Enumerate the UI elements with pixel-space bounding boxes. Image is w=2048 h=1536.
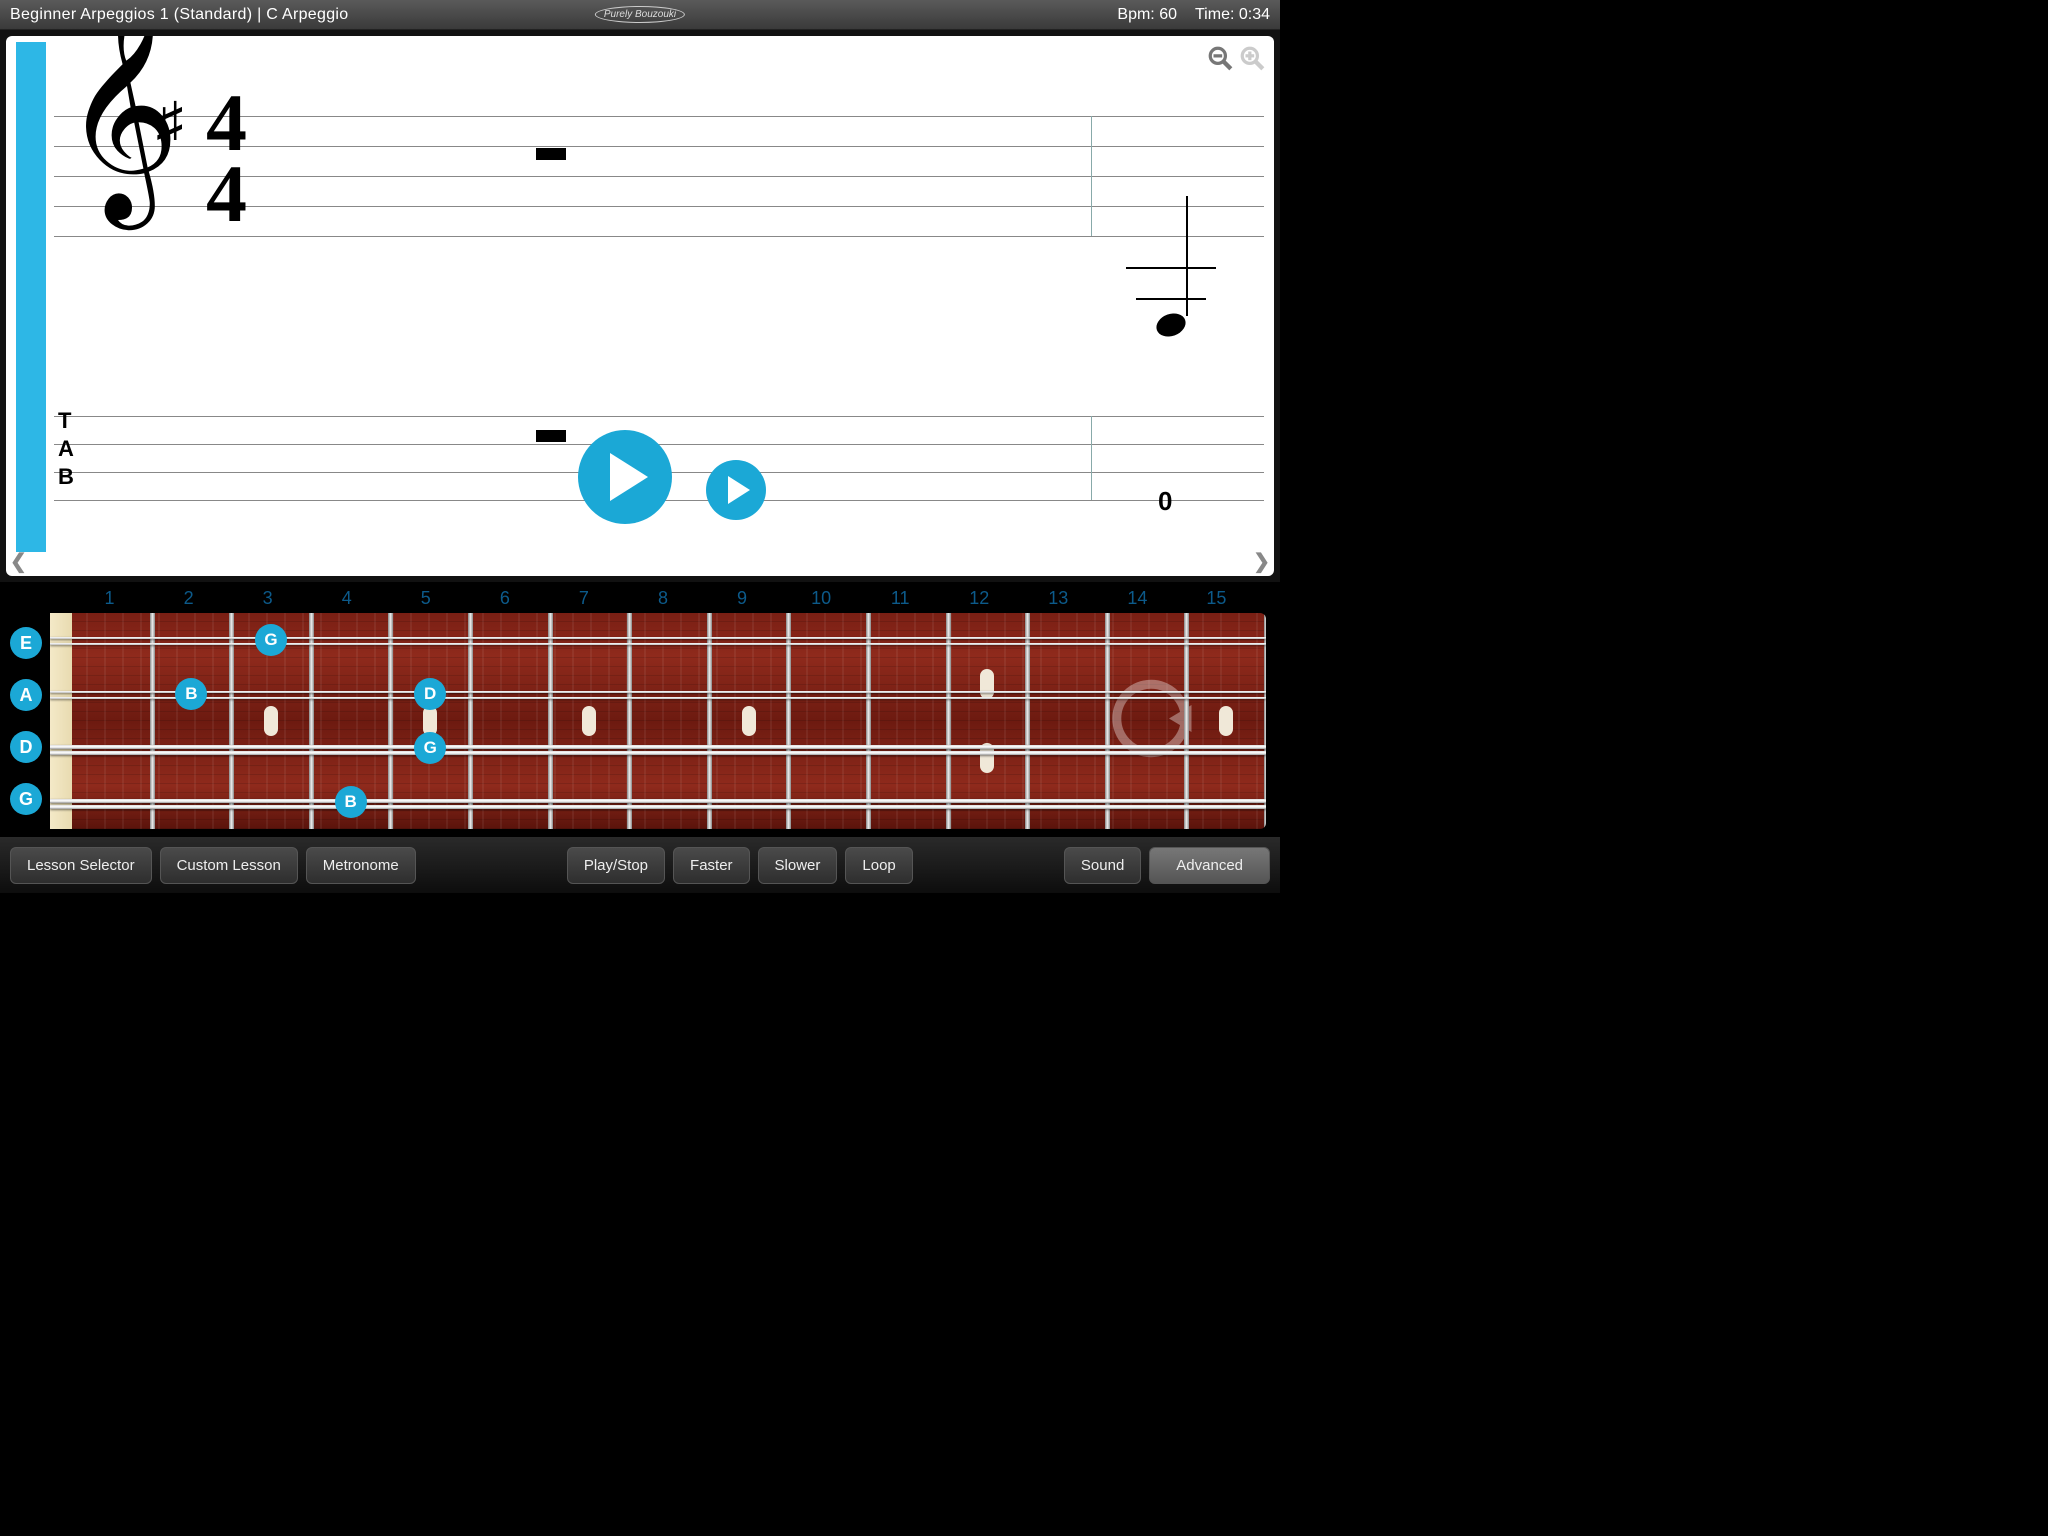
fret-number: 7: [544, 588, 623, 609]
tab-number: 0: [1158, 486, 1172, 517]
play-stop-button[interactable]: Play/Stop: [567, 847, 665, 884]
fret-number: 13: [1019, 588, 1098, 609]
fret-wire: [1025, 613, 1030, 829]
bpm-display: Bpm: 60: [1117, 6, 1177, 24]
string-wire: [50, 691, 1266, 693]
fret-wire: [229, 613, 234, 829]
string-label: A: [10, 679, 42, 711]
fret-wire: [150, 613, 155, 829]
tab-label-t: T: [58, 408, 71, 434]
fret-wire: [548, 613, 553, 829]
play-step-button[interactable]: [706, 460, 766, 520]
fret-number: 5: [386, 588, 465, 609]
fretboard-panel: 123456789101112131415 EADG GBDGB: [0, 582, 1280, 837]
fret-inlay: [742, 706, 756, 736]
faster-button[interactable]: Faster: [673, 847, 750, 884]
zoom-in-icon[interactable]: [1238, 44, 1266, 72]
string-wire: [50, 805, 1266, 809]
tab-label-b: B: [58, 464, 74, 490]
toolbar: Lesson Selector Custom Lesson Metronome …: [0, 837, 1280, 893]
note-head: [1153, 310, 1189, 341]
string-label: E: [10, 627, 42, 659]
sound-button[interactable]: Sound: [1064, 847, 1141, 884]
fretboard[interactable]: GBDGB: [50, 613, 1266, 829]
fret-numbers: 123456789101112131415: [10, 588, 1266, 609]
whole-rest: [536, 148, 566, 160]
fret-wire: [388, 613, 393, 829]
fret-wire: [468, 613, 473, 829]
fret-number: 14: [1098, 588, 1177, 609]
fret-number: 6: [465, 588, 544, 609]
playhead-strip: [16, 42, 46, 552]
open-string-labels: EADG: [10, 613, 50, 829]
tab-label-a: A: [58, 436, 74, 462]
ledger-line: [1136, 298, 1206, 300]
app-logo: Purely Bouzouki: [595, 6, 685, 23]
fret-wire: [707, 613, 712, 829]
fret-number: 9: [703, 588, 782, 609]
fret-number: 3: [228, 588, 307, 609]
fret-wire: [627, 613, 632, 829]
fret-number: 8: [623, 588, 702, 609]
tab-rest: [536, 430, 566, 442]
fretboard-note[interactable]: B: [335, 786, 367, 818]
fretboard-note[interactable]: G: [414, 732, 446, 764]
fret-wire: [866, 613, 871, 829]
custom-lesson-button[interactable]: Custom Lesson: [160, 847, 298, 884]
key-signature-sharp: ♯: [156, 91, 183, 153]
zoom-out-icon[interactable]: [1206, 44, 1234, 72]
time-signature: 4 4: [206, 88, 247, 229]
ledger-line: [1126, 267, 1216, 269]
fret-wire: [786, 613, 791, 829]
barline: [1091, 116, 1092, 236]
notation-panel[interactable]: 𝄞 ♯ 4 4 T A B 0 ❮ ❯: [6, 36, 1274, 576]
nut: [50, 613, 72, 829]
fretboard-note[interactable]: D: [414, 678, 446, 710]
fret-inlay: [582, 706, 596, 736]
string-wire: [50, 643, 1266, 645]
string-label: G: [10, 783, 42, 815]
fret-number: 4: [307, 588, 386, 609]
fret-inlay: [264, 706, 278, 736]
fret-wire: [309, 613, 314, 829]
play-button[interactable]: [578, 430, 672, 524]
fret-number: 10: [782, 588, 861, 609]
time-display: Time: 0:34: [1195, 6, 1270, 24]
string-wire: [50, 637, 1266, 639]
prev-arrow-icon[interactable]: ❮: [10, 549, 27, 574]
slower-button[interactable]: Slower: [758, 847, 838, 884]
lesson-title: Beginner Arpeggios 1 (Standard) | C Arpe…: [10, 6, 348, 24]
metronome-button[interactable]: Metronome: [306, 847, 416, 884]
fretboard-note[interactable]: G: [255, 624, 287, 656]
header-stats: Bpm: 60 Time: 0:34: [1117, 6, 1270, 24]
fret-inlay: [1219, 706, 1233, 736]
tab-barline: [1091, 416, 1092, 500]
advanced-button[interactable]: Advanced: [1149, 847, 1270, 884]
fret-wire: [946, 613, 951, 829]
string-label: D: [10, 731, 42, 763]
fret-number: 11: [861, 588, 940, 609]
string-wire: [50, 745, 1266, 749]
next-arrow-icon[interactable]: ❯: [1253, 549, 1270, 574]
lesson-selector-button[interactable]: Lesson Selector: [10, 847, 152, 884]
header-bar: Beginner Arpeggios 1 (Standard) | C Arpe…: [0, 0, 1280, 30]
string-wire: [50, 751, 1266, 755]
string-wire: [50, 697, 1266, 699]
fret-wire: [1184, 613, 1189, 829]
fret-number: 2: [149, 588, 228, 609]
fretboard-note[interactable]: B: [175, 678, 207, 710]
zoom-controls: [1206, 44, 1266, 72]
fret-number: 1: [70, 588, 149, 609]
loop-button[interactable]: Loop: [845, 847, 912, 884]
fret-wire: [1105, 613, 1110, 829]
fret-number: 15: [1177, 588, 1256, 609]
string-wire: [50, 799, 1266, 803]
fret-wire: [1264, 613, 1266, 829]
fret-number: 12: [940, 588, 1019, 609]
notation-frame: 𝄞 ♯ 4 4 T A B 0 ❮ ❯: [0, 30, 1280, 582]
fret-inlay: [980, 669, 994, 699]
